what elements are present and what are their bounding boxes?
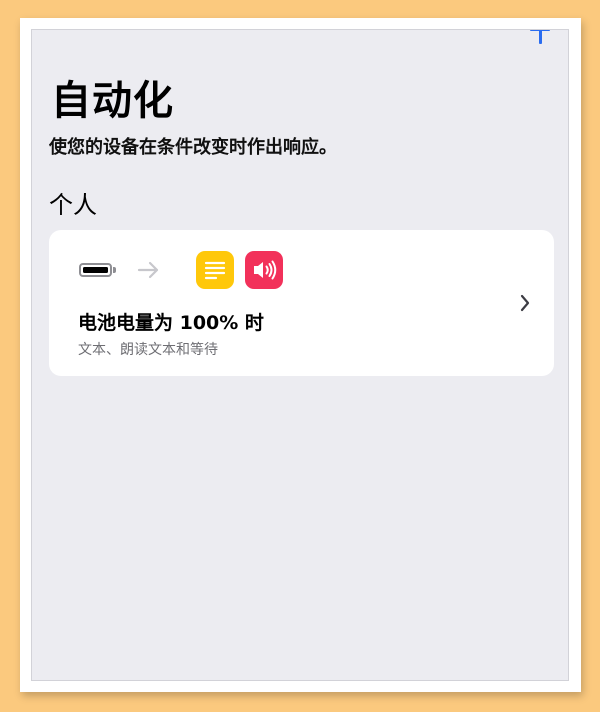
battery-icon xyxy=(79,263,116,277)
automation-screen: 自动化 使您的设备在条件改变时作出响应。 个人 电池电量为 100% 时 文本、… xyxy=(31,29,569,681)
automation-title: 电池电量为 100% 时 xyxy=(78,312,264,334)
speaker-icon xyxy=(245,251,283,289)
section-header-personal: 个人 xyxy=(49,191,97,219)
page-subtitle: 使您的设备在条件改变时作出响应。 xyxy=(49,137,337,158)
automation-description: 文本、朗读文本和等待 xyxy=(78,342,218,358)
text-icon xyxy=(196,251,234,289)
arrow-right-icon xyxy=(137,261,159,279)
add-automation-button[interactable] xyxy=(530,30,550,44)
automation-card[interactable]: 电池电量为 100% 时 文本、朗读文本和等待 xyxy=(49,230,554,376)
page-title: 自动化 xyxy=(51,78,174,124)
chevron-right-icon[interactable] xyxy=(519,293,531,313)
